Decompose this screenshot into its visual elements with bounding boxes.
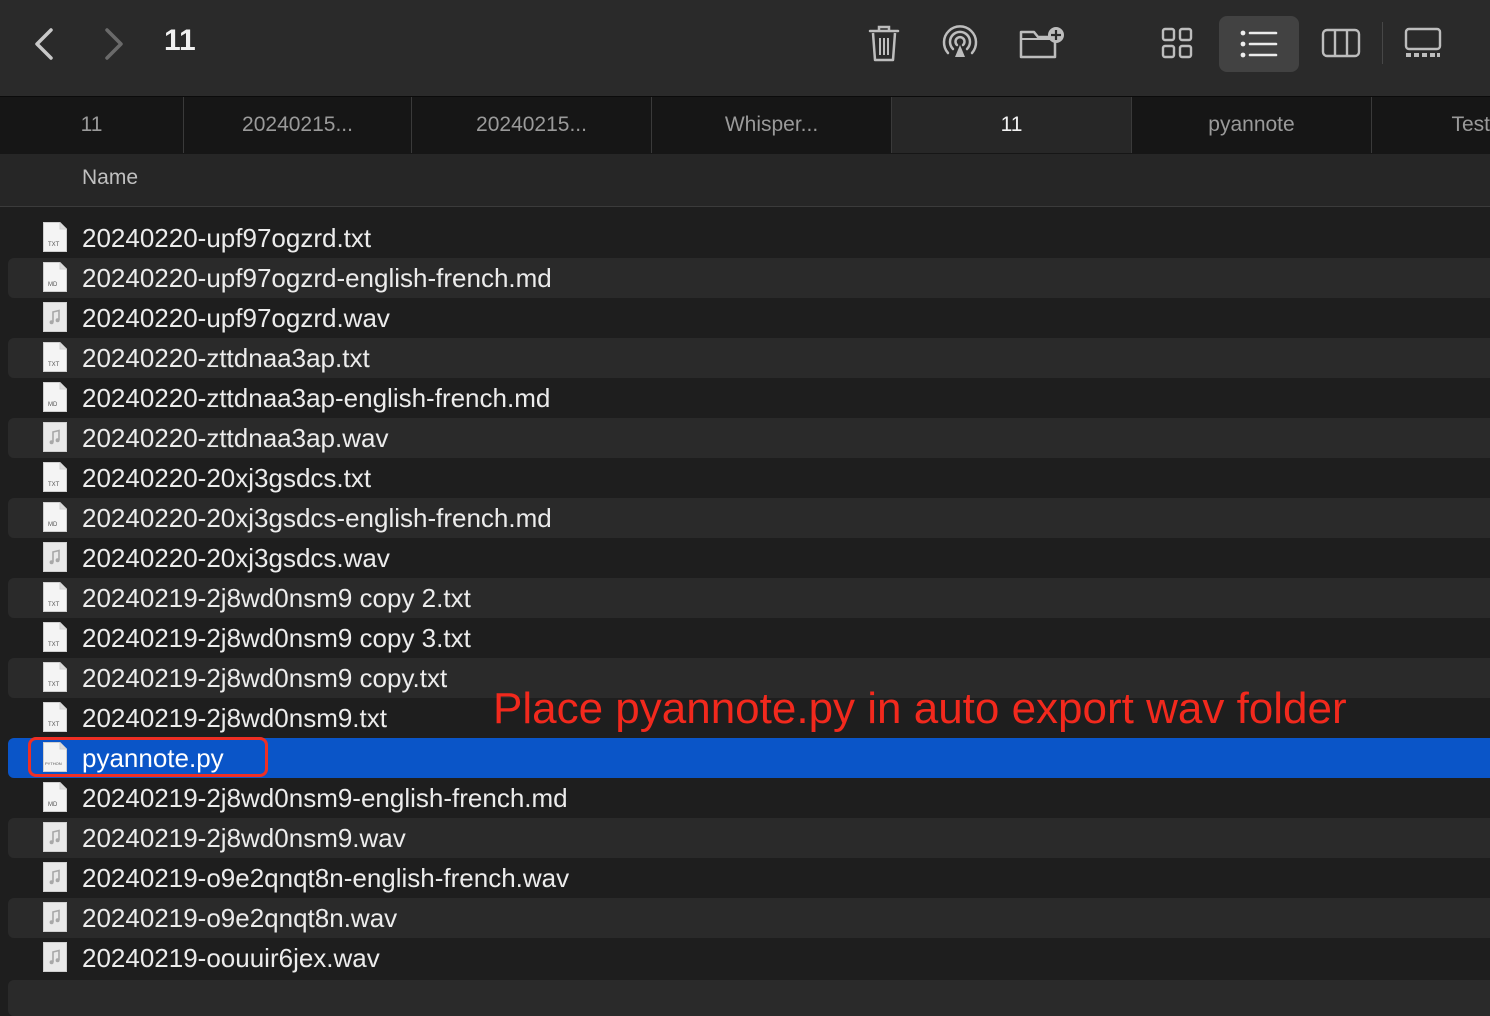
grid-icon [1161,27,1193,59]
markdown-file-icon: MD [43,262,67,292]
text-file-icon: TXT [43,622,67,652]
trash-icon [868,25,900,62]
text-file-icon: TXT [43,342,67,372]
file-name: 20240220-20xj3gsdcs-english-french.md [82,503,552,533]
file-row[interactable]: 20240219-oouuir6jex.wav [8,938,1490,978]
audio-file-icon [43,302,67,332]
file-name: 20240220-zttdnaa3ap-english-french.md [82,383,551,413]
file-name: 20240219-2j8wd0nsm9.wav [82,823,406,853]
gallery-view-button[interactable] [1398,18,1448,68]
file-name: 20240220-20xj3gsdcs.txt [82,463,372,493]
name-column-header[interactable]: Name [82,166,138,190]
toolbar-divider [1382,22,1383,64]
gallery-icon [1404,27,1442,57]
file-name: 20240220-upf97ogzrd.wav [82,303,390,333]
chevron-left-icon [35,28,53,60]
audio-file-icon [43,542,67,572]
markdown-file-icon: MD [43,782,67,812]
file-name: 20240219-o9e2qnqt8n.wav [82,903,398,933]
tab-test[interactable]: Test [1372,97,1490,153]
text-file-icon: TXT [43,702,67,732]
back-button[interactable] [24,22,64,66]
audio-file-icon [43,422,67,452]
file-row[interactable]: 20240220-20xj3gsdcs.wav [8,538,1490,578]
file-row[interactable]: TXT 20240220-zttdnaa3ap.txt [8,338,1490,378]
file-name: 20240219-2j8wd0nsm9 copy.txt [82,663,448,693]
text-file-icon: TXT [43,582,67,612]
audio-file-icon [43,902,67,932]
file-name: 20240220-zttdnaa3ap.txt [82,343,370,373]
text-file-icon: TXT [43,662,67,692]
column-header: Name [0,154,1490,207]
file-type-badge: MD [48,402,58,408]
tab-11-active[interactable]: 11 [892,97,1132,153]
file-row[interactable]: 20240219-o9e2qnqt8n-english-french.wav [8,858,1490,898]
list-empty-row [8,980,1490,1016]
tab-pyannote[interactable]: pyannote [1132,97,1372,153]
file-type-badge: TXT [48,682,60,688]
file-type-badge: TXT [48,482,60,488]
file-type-badge: TXT [48,242,60,248]
file-row[interactable]: MD 20240219-2j8wd0nsm9-english-french.md [8,778,1490,818]
file-type-badge: MD [48,802,58,808]
audio-file-icon [43,942,67,972]
forward-button[interactable] [94,22,134,66]
audio-file-icon [43,822,67,852]
file-type-badge: TXT [48,722,60,728]
file-row[interactable]: MD 20240220-zttdnaa3ap-english-french.md [8,378,1490,418]
file-row[interactable]: 20240219-o9e2qnqt8n.wav [8,898,1490,938]
new-folder-button[interactable] [1014,18,1070,68]
column-view-button[interactable] [1314,18,1368,68]
file-row[interactable]: TXT 20240219-2j8wd0nsm9 copy 3.txt [8,618,1490,658]
file-row[interactable]: 20240219-2j8wd0nsm9.wav [8,818,1490,858]
window-title: 11 [164,24,196,57]
airdrop-button[interactable] [936,18,984,68]
file-name: 20240219-2j8wd0nsm9 copy 3.txt [82,623,471,653]
file-name: 20240219-2j8wd0nsm9 copy 2.txt [82,583,471,613]
file-name: 20240220-upf97ogzrd.txt [82,223,372,253]
audio-file-icon [43,862,67,892]
file-name: 20240219-o9e2qnqt8n-english-french.wav [82,863,570,893]
file-name: 20240220-zttdnaa3ap.wav [82,423,389,453]
icon-view-button[interactable] [1152,18,1202,68]
file-name: 20240219-2j8wd0nsm9.txt [82,703,387,733]
file-row[interactable]: MD 20240220-20xj3gsdcs-english-french.md [8,498,1490,538]
file-row[interactable]: TXT 20240220-20xj3gsdcs.txt [8,458,1490,498]
folder-plus-icon [1019,27,1064,59]
annotation-highlight-box [28,737,268,777]
annotation-text: Place pyannote.py in auto export wav fol… [493,684,1347,733]
file-name: 20240220-upf97ogzrd-english-french.md [82,263,552,293]
columns-icon [1321,28,1361,58]
file-type-badge: MD [48,522,58,528]
file-name: 20240220-20xj3gsdcs.wav [82,543,390,573]
markdown-file-icon: MD [43,382,67,412]
chevron-right-icon [105,28,123,60]
delete-button[interactable] [860,18,908,68]
file-type-badge: TXT [48,362,60,368]
list-view-button[interactable] [1219,16,1299,72]
markdown-file-icon: MD [43,502,67,532]
file-type-badge: TXT [48,602,60,608]
text-file-icon: TXT [43,222,67,252]
list-icon [1240,30,1278,58]
tab-bar: 11 20240215... 20240215... Whisper... 11… [0,96,1490,155]
tab-11[interactable]: 11 [0,97,184,153]
file-type-badge: TXT [48,642,60,648]
file-row[interactable]: TXT 20240219-2j8wd0nsm9 copy 2.txt [8,578,1490,618]
airdrop-icon [942,25,978,57]
tab-whisper[interactable]: Whisper... [652,97,892,153]
file-row[interactable]: 20240220-upf97ogzrd.wav [8,298,1490,338]
tab-20240215-b[interactable]: 20240215... [412,97,652,153]
file-name: 20240219-2j8wd0nsm9-english-french.md [82,783,568,813]
file-row[interactable]: TXT 20240220-upf97ogzrd.txt [8,218,1490,258]
toolbar: 11 [0,0,1490,96]
tab-20240215-a[interactable]: 20240215... [184,97,412,153]
text-file-icon: TXT [43,462,67,492]
file-row[interactable]: MD 20240220-upf97ogzrd-english-french.md [8,258,1490,298]
file-type-badge: MD [48,282,58,288]
file-row[interactable]: 20240220-zttdnaa3ap.wav [8,418,1490,458]
file-name: 20240219-oouuir6jex.wav [82,943,380,973]
